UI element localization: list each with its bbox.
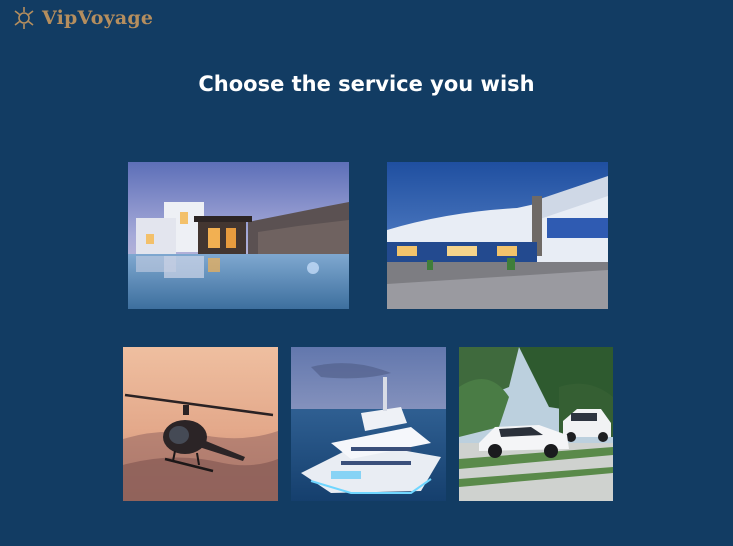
- logo-text: VipVoyage: [42, 7, 154, 29]
- luxury-cars-photo: [459, 347, 613, 501]
- service-card-helicopter[interactable]: [123, 347, 278, 501]
- service-card-villa[interactable]: [128, 162, 349, 309]
- superyacht-photo: [291, 347, 446, 501]
- compass-star-icon: [14, 7, 34, 29]
- service-card-hotel[interactable]: [387, 162, 608, 309]
- helicopter-photo: [123, 347, 278, 501]
- page-title: Choose the service you wish: [198, 72, 535, 96]
- service-card-yacht[interactable]: [291, 347, 446, 501]
- brand-logo[interactable]: VipVoyage: [12, 6, 153, 30]
- service-card-car[interactable]: [459, 347, 613, 501]
- luxury-villa-pool-photo: [128, 162, 349, 309]
- resort-hotel-photo: [387, 162, 608, 309]
